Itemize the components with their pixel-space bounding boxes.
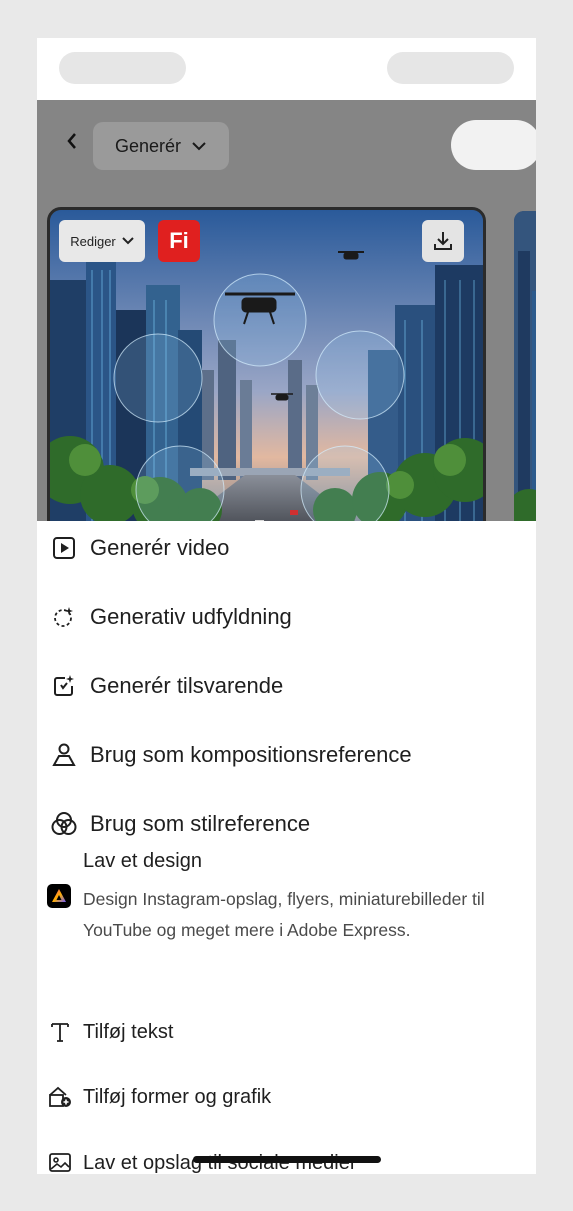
mode-label: Generér xyxy=(114,135,182,156)
home-indicator[interactable] xyxy=(193,1156,381,1163)
menu-item-make-design[interactable]: Lav et design Design Instagram-opslag, f… xyxy=(37,850,536,946)
style-reference-icon xyxy=(51,811,77,837)
generated-image-card[interactable]: Rediger Fi xyxy=(47,207,486,521)
app-screen: Generér Rediger Fi Generér video Generat… xyxy=(37,38,536,1174)
menu-item-label: Brug som stilreference xyxy=(90,811,311,836)
composition-reference-icon xyxy=(51,742,77,768)
menu-item-label: Tilføj tekst xyxy=(83,1020,174,1043)
generate-similar-icon xyxy=(51,673,77,699)
social-post-icon xyxy=(47,1150,73,1174)
back-button[interactable] xyxy=(59,126,85,156)
chevron-left-icon xyxy=(67,133,76,149)
play-video-icon xyxy=(51,535,77,561)
download-icon xyxy=(434,232,452,250)
menu-item-generative-fill[interactable]: Generativ udfyldning xyxy=(37,594,536,640)
menu-item-label: Generér video xyxy=(90,535,230,560)
edit-label: Rediger xyxy=(70,233,116,249)
menu-item-add-text[interactable]: Tilføj tekst xyxy=(37,1009,536,1055)
firefly-badge: Fi xyxy=(158,220,200,262)
firefly-badge-label: Fi xyxy=(169,228,189,253)
adobe-express-icon xyxy=(47,884,71,908)
dimmed-editor-area: Generér Rediger Fi xyxy=(37,100,536,521)
status-bar xyxy=(37,38,536,100)
shapes-icon xyxy=(47,1084,73,1110)
generative-fill-icon xyxy=(51,604,77,630)
chevron-down-icon xyxy=(192,142,206,151)
download-button[interactable] xyxy=(422,220,464,262)
make-design-description: Design Instagram-opslag, flyers, miniatu… xyxy=(83,889,485,940)
next-image-thumbnail xyxy=(514,211,536,521)
status-placeholder-left xyxy=(59,52,186,84)
text-icon xyxy=(47,1019,73,1045)
menu-item-generate-video[interactable]: Generér video xyxy=(37,525,536,571)
edit-dropdown-button[interactable]: Rediger xyxy=(59,220,145,262)
menu-item-generate-similar[interactable]: Generér tilsvarende xyxy=(37,663,536,709)
menu-item-label: Generér tilsvarende xyxy=(90,673,284,698)
make-design-title: Lav et design xyxy=(83,850,202,872)
menu-item-label: Generativ udfyldning xyxy=(90,604,292,629)
menu-item-label: Tilføj former og grafik xyxy=(83,1085,272,1108)
mode-dropdown[interactable]: Generér xyxy=(93,122,229,170)
status-placeholder-right xyxy=(387,52,514,84)
menu-item-add-shapes[interactable]: Tilføj former og grafik xyxy=(37,1074,536,1120)
header-action-button[interactable] xyxy=(451,120,536,170)
chevron-down-icon xyxy=(122,237,134,245)
menu-item-label: Brug som kompositionsreference xyxy=(90,742,412,767)
menu-item-composition-reference[interactable]: Brug som kompositionsreference xyxy=(37,732,536,778)
menu-item-style-reference[interactable]: Brug som stilreference xyxy=(37,801,536,847)
next-image-card-peek[interactable] xyxy=(514,211,536,521)
